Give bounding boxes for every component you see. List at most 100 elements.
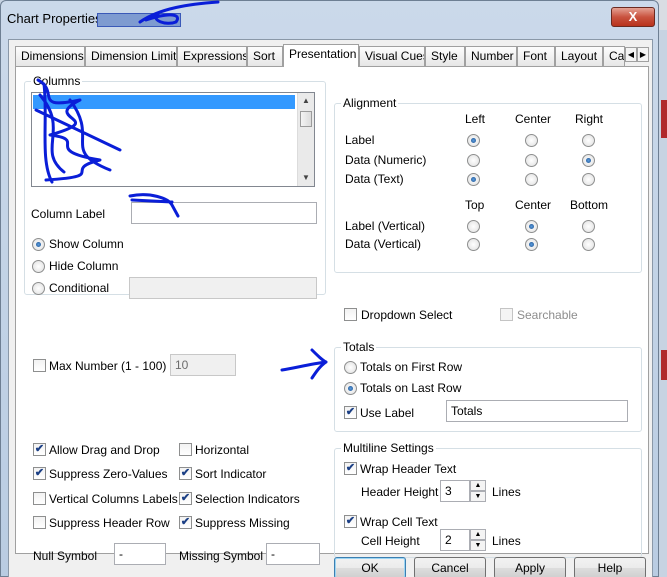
searchable-label: Searchable — [517, 308, 578, 322]
tab-dimensions[interactable]: Dimensions — [15, 46, 85, 66]
align-row-label: Data (Text) — [345, 172, 404, 186]
selection-indicators-label: Selection Indicators — [195, 492, 300, 506]
spin-up-icon[interactable]: ▲ — [470, 529, 486, 540]
label-vertical-top-radio[interactable] — [467, 220, 480, 233]
use-label-label: Use Label — [360, 406, 415, 420]
suppress-missing-checkbox[interactable]: ✔ — [179, 516, 192, 529]
tab-caption[interactable]: Cap — [603, 46, 625, 66]
close-button[interactable]: X — [611, 7, 655, 27]
max-number-input[interactable]: 10 — [170, 354, 236, 376]
columns-listbox[interactable]: ▲ ▼ — [31, 92, 315, 187]
cell-height-unit: Lines — [492, 534, 521, 548]
window-title: Chart Properties — [7, 11, 102, 26]
tab-layout[interactable]: Layout — [555, 46, 603, 66]
numeric-left-radio[interactable] — [467, 154, 480, 167]
title-bar[interactable]: Chart Properties X — [1, 1, 658, 39]
title-redaction — [97, 13, 181, 27]
help-button[interactable]: Help — [574, 557, 646, 577]
columns-group-label: Columns — [31, 74, 83, 88]
suppress-zero-values-checkbox[interactable]: ✔ — [33, 467, 46, 480]
scroll-down-icon[interactable]: ▼ — [298, 170, 314, 186]
text-center-radio[interactable] — [525, 173, 538, 186]
conditional-expression-input[interactable] — [129, 277, 317, 299]
data-vertical-bottom-radio[interactable] — [582, 238, 595, 251]
null-symbol-input[interactable]: - — [114, 543, 166, 565]
valign-header-bottom: Bottom — [570, 198, 609, 212]
selected-column-item[interactable] — [33, 95, 295, 109]
use-label-checkbox[interactable]: ✔ — [344, 406, 357, 419]
tab-style[interactable]: Style — [425, 46, 465, 66]
max-number-checkbox[interactable] — [33, 359, 46, 372]
totals-last-row-radio[interactable] — [344, 382, 357, 395]
label-center-radio[interactable] — [525, 134, 538, 147]
vertical-columns-labels-checkbox[interactable] — [33, 492, 46, 505]
totals-label-input[interactable]: Totals — [446, 400, 628, 422]
totals-first-row-radio[interactable] — [344, 361, 357, 374]
missing-symbol-input[interactable]: - — [266, 543, 320, 565]
dropdown-select-checkbox[interactable] — [344, 308, 357, 321]
missing-symbol-label: Missing Symbol — [179, 549, 264, 563]
dialog-body: Dimensions Dimension Limits Expressions … — [8, 39, 653, 577]
header-height-unit: Lines — [492, 485, 521, 499]
columns-group: Columns ▲ ▼ Column Label Show Column Hid… — [24, 74, 326, 299]
cancel-button[interactable]: Cancel — [414, 557, 486, 577]
spin-up-icon[interactable]: ▲ — [470, 480, 486, 491]
wrap-header-text-label: Wrap Header Text — [360, 462, 457, 476]
tab-scroll-right-icon[interactable]: ▶ — [637, 47, 649, 62]
suppress-missing-label: Suppress Missing — [195, 516, 290, 530]
cell-height-spinner[interactable]: ▲ ▼ — [470, 529, 486, 551]
multiline-group-label: Multiline Settings — [341, 441, 436, 455]
background-accent — [661, 350, 667, 380]
column-label-label: Column Label — [31, 207, 106, 221]
allow-drag-drop-checkbox[interactable]: ✔ — [33, 443, 46, 456]
hide-column-radio[interactable] — [32, 260, 45, 273]
alignment-group-label: Alignment — [341, 96, 399, 110]
spin-down-icon[interactable]: ▼ — [470, 491, 486, 502]
text-right-radio[interactable] — [582, 173, 595, 186]
tab-number[interactable]: Number — [465, 46, 517, 66]
ok-button[interactable]: OK — [334, 557, 406, 577]
horizontal-label: Horizontal — [195, 443, 250, 457]
scroll-thumb[interactable] — [300, 111, 312, 127]
suppress-header-row-checkbox[interactable] — [33, 516, 46, 529]
wrap-header-text-checkbox[interactable]: ✔ — [344, 462, 357, 475]
cell-height-input[interactable]: 2 — [440, 529, 470, 551]
show-column-label: Show Column — [49, 237, 124, 251]
label-vertical-bottom-radio[interactable] — [582, 220, 595, 233]
header-height-spinner[interactable]: ▲ ▼ — [470, 480, 486, 502]
tab-presentation[interactable]: Presentation — [283, 44, 359, 67]
presentation-panel: Columns ▲ ▼ Column Label Show Column Hid… — [15, 66, 649, 565]
conditional-radio[interactable] — [32, 282, 45, 295]
numeric-center-radio[interactable] — [525, 154, 538, 167]
text-left-radio[interactable] — [467, 173, 480, 186]
spin-down-icon[interactable]: ▼ — [470, 540, 486, 551]
wrap-cell-text-checkbox[interactable]: ✔ — [344, 515, 357, 528]
tab-expressions[interactable]: Expressions — [177, 46, 247, 66]
tab-visual-cues[interactable]: Visual Cues — [359, 46, 425, 66]
sort-indicator-checkbox[interactable]: ✔ — [179, 467, 192, 480]
scroll-up-icon[interactable]: ▲ — [298, 93, 314, 109]
tab-strip: Dimensions Dimension Limits Expressions … — [15, 44, 649, 67]
searchable-checkbox[interactable] — [500, 308, 513, 321]
tab-sort[interactable]: Sort — [247, 46, 283, 66]
tab-dimension-limits[interactable]: Dimension Limits — [85, 46, 177, 66]
header-height-input[interactable]: 3 — [440, 480, 470, 502]
show-column-radio[interactable] — [32, 238, 45, 251]
selection-indicators-checkbox[interactable]: ✔ — [179, 492, 192, 505]
horizontal-checkbox[interactable] — [179, 443, 192, 456]
totals-group: Totals Totals on First Row Totals on Las… — [334, 340, 642, 432]
column-label-input[interactable] — [131, 202, 317, 224]
label-left-radio[interactable] — [467, 134, 480, 147]
label-vertical-center-radio[interactable] — [525, 220, 538, 233]
apply-button[interactable]: Apply — [494, 557, 566, 577]
data-vertical-top-radio[interactable] — [467, 238, 480, 251]
align-header-center: Center — [515, 112, 552, 126]
align-header-right: Right — [575, 112, 604, 126]
columns-scrollbar[interactable]: ▲ ▼ — [297, 93, 314, 186]
tab-font[interactable]: Font — [517, 46, 555, 66]
data-vertical-center-radio[interactable] — [525, 238, 538, 251]
tab-scroll-left-icon[interactable]: ◀ — [625, 47, 637, 62]
numeric-right-radio[interactable] — [582, 154, 595, 167]
valign-header-top: Top — [465, 198, 485, 212]
label-right-radio[interactable] — [582, 134, 595, 147]
